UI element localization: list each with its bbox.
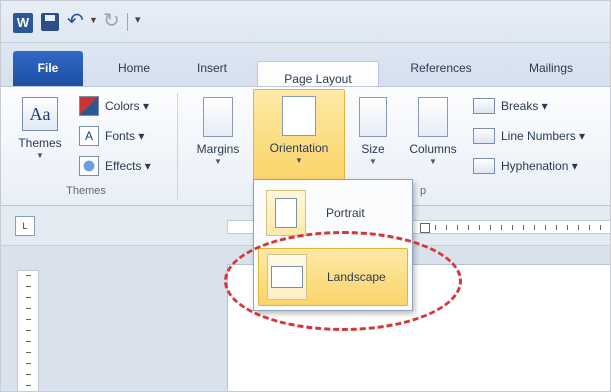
chevron-down-icon: ▼ — [36, 151, 44, 160]
colors-icon — [79, 96, 99, 116]
undo-icon[interactable]: ↶ — [67, 9, 84, 33]
chevron-down-icon: ▼ — [214, 157, 222, 166]
ribbon-tabs: File Home Insert Page Layout References … — [1, 43, 610, 98]
hyphenation-icon — [473, 158, 495, 174]
orientation-icon — [282, 96, 316, 136]
breaks-button[interactable]: Breaks ▾ — [473, 93, 548, 119]
fonts-button[interactable]: A Fonts ▾ — [79, 123, 144, 149]
effects-icon — [79, 156, 99, 176]
toolbar-divider — [127, 13, 128, 31]
colors-button[interactable]: Colors ▾ — [79, 93, 149, 119]
colors-label: Colors ▾ — [105, 99, 150, 113]
breaks-icon — [473, 98, 495, 114]
hyphenation-label: Hyphenation ▾ — [501, 159, 578, 173]
effects-button[interactable]: Effects ▾ — [79, 153, 151, 179]
themes-label: Themes — [18, 136, 62, 150]
vertical-ruler-ticks — [26, 275, 31, 391]
columns-icon — [418, 97, 448, 137]
effects-label: Effects ▾ — [105, 159, 151, 173]
tab-insert[interactable]: Insert — [177, 51, 247, 87]
size-icon — [359, 97, 387, 137]
redo-icon[interactable]: ↻ — [103, 9, 120, 33]
tab-file[interactable]: File — [13, 51, 83, 87]
chevron-down-icon: ▼ — [369, 157, 377, 166]
portrait-page-icon — [266, 190, 306, 236]
hyphenation-button[interactable]: Hyphenation ▾ — [473, 153, 578, 179]
word-logo-icon: W — [13, 13, 33, 33]
line-numbers-label: Line Numbers ▾ — [501, 129, 586, 143]
fonts-icon: A — [79, 126, 99, 146]
columns-button[interactable]: Columns ▼ — [401, 91, 465, 179]
size-button[interactable]: Size ▼ — [351, 91, 395, 179]
orientation-button[interactable]: Orientation ▼ — [253, 89, 345, 181]
portrait-label: Portrait — [326, 206, 365, 220]
page-setup-group-label: p — [419, 185, 427, 197]
tab-mailings[interactable]: Mailings — [505, 51, 597, 87]
themes-icon: Aa — [22, 97, 58, 131]
group-divider — [177, 93, 178, 199]
breaks-label: Breaks ▾ — [501, 99, 548, 113]
tab-selector-button[interactable]: L — [15, 216, 35, 236]
margins-label: Margins — [196, 142, 240, 156]
themes-button[interactable]: Aa Themes ▼ — [11, 91, 69, 179]
chevron-down-icon: ▼ — [429, 157, 437, 166]
tab-references[interactable]: References — [389, 51, 493, 87]
themes-group-label: Themes — [66, 185, 106, 197]
customize-toolbar-icon[interactable]: ▾ — [135, 13, 141, 26]
margins-icon — [203, 97, 233, 137]
margins-button[interactable]: Margins ▼ — [185, 91, 251, 179]
highlight-annotation — [224, 231, 462, 331]
word-window: W ↶ ▼ ↻ ▾ File Home Insert Page Layout R… — [0, 0, 611, 392]
fonts-label: Fonts ▾ — [105, 129, 145, 143]
line-numbers-icon — [473, 128, 495, 144]
save-icon[interactable] — [41, 13, 59, 31]
chevron-down-icon: ▼ — [295, 156, 303, 165]
ruler-ticks — [424, 225, 610, 230]
size-label: Size — [361, 142, 385, 156]
quick-access-toolbar: W ↶ ▼ ↻ ▾ — [1, 1, 610, 43]
vertical-ruler — [17, 270, 39, 391]
indent-marker[interactable] — [420, 223, 430, 233]
orientation-label: Orientation — [269, 141, 329, 155]
columns-label: Columns — [409, 142, 457, 156]
tab-home[interactable]: Home — [99, 51, 169, 87]
undo-dropdown-icon[interactable]: ▼ — [89, 15, 98, 25]
line-numbers-button[interactable]: Line Numbers ▾ — [473, 123, 585, 149]
